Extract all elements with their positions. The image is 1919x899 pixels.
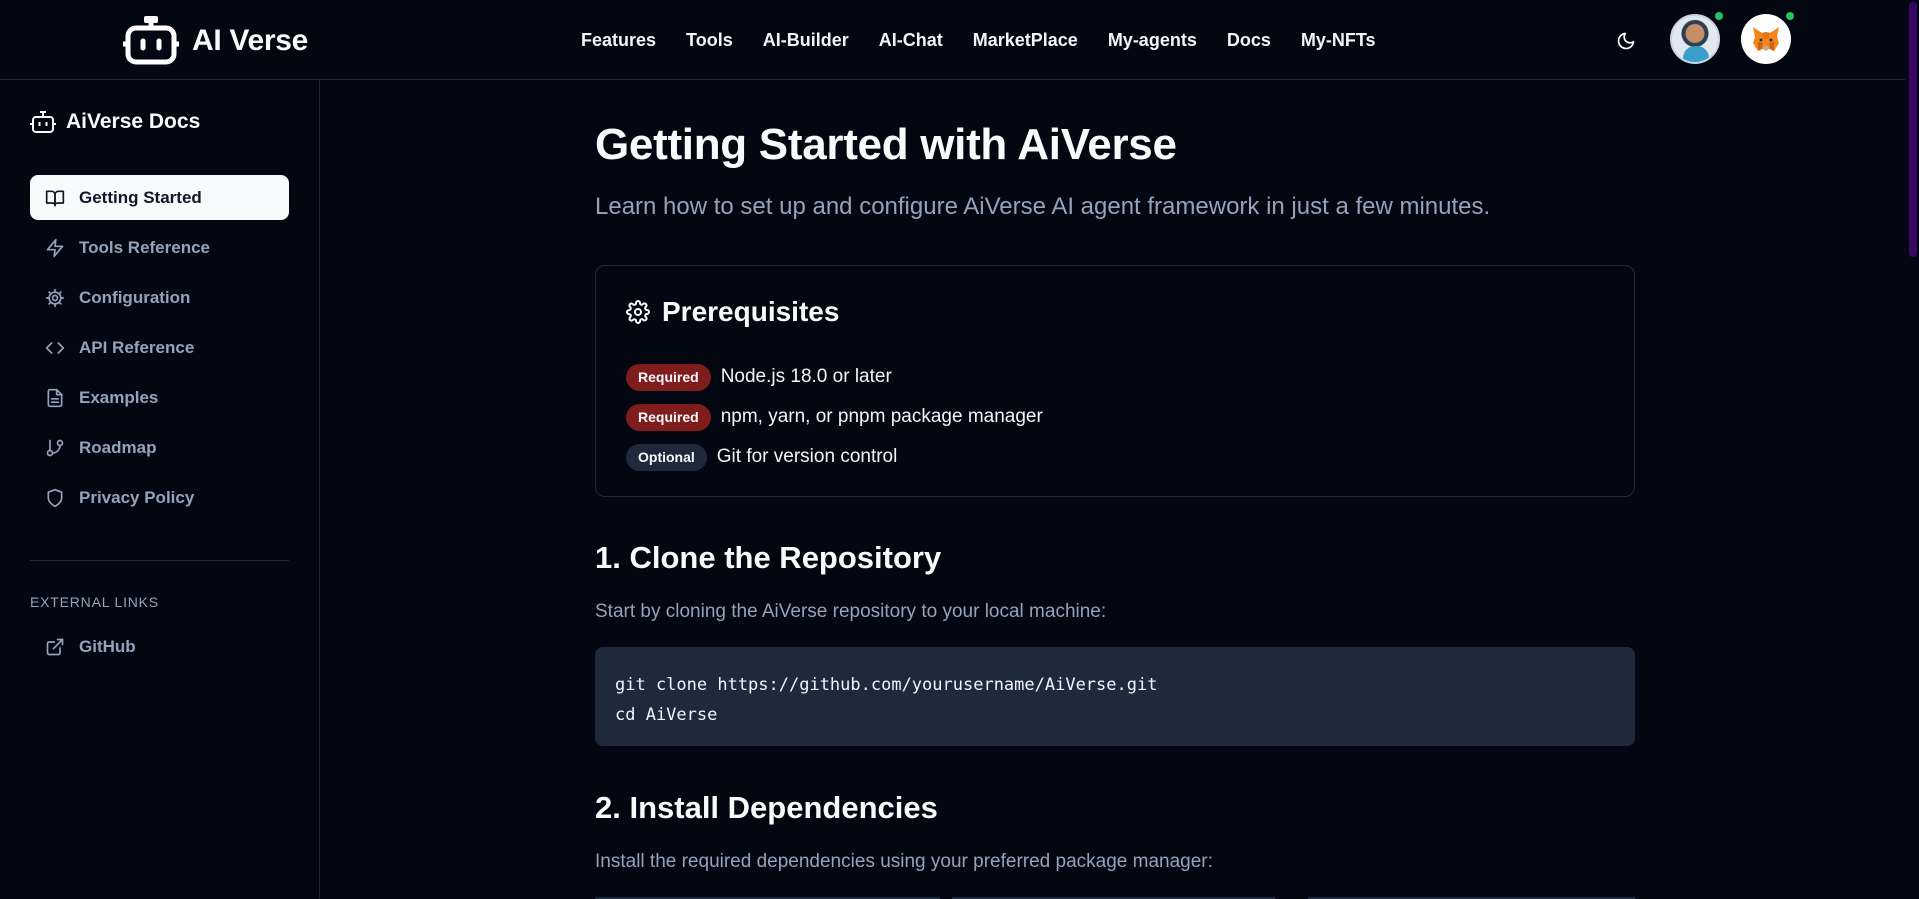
nav-link-ai-builder[interactable]: AI-Builder [763, 30, 849, 51]
sidebar-item-label: Roadmap [79, 437, 157, 457]
page-scrollbar[interactable] [1905, 0, 1919, 898]
nav-link-my-nfts[interactable]: My-NFTs [1301, 30, 1376, 51]
user-status-dot [1713, 10, 1725, 22]
user-avatar[interactable] [1670, 14, 1720, 64]
prerequisite-item: Optional Git for version control [626, 437, 1043, 477]
prerequisite-item: Required npm, yarn, or pnpm package mana… [626, 397, 1043, 437]
optional-badge: Optional [626, 443, 707, 471]
book-open-icon [45, 190, 65, 206]
robot-icon [30, 111, 56, 133]
code-line: cd AiVerse [615, 705, 718, 725]
step1-heading: 1. Clone the Repository [595, 540, 942, 575]
nav-link-marketplace[interactable]: MarketPlace [973, 30, 1078, 51]
nav-link-features[interactable]: Features [581, 30, 656, 51]
sidebar-item-label: Tools Reference [79, 237, 211, 257]
gear-icon [45, 288, 65, 307]
prerequisites-title-text: Prerequisites [662, 296, 840, 327]
code-icon [45, 341, 65, 354]
sidebar-item-getting-started[interactable]: Getting Started [30, 175, 289, 220]
sidebar-item-label: GitHub [79, 636, 136, 656]
wallet-avatar[interactable] [1741, 14, 1791, 64]
nav-link-my-agents[interactable]: My-agents [1108, 30, 1197, 51]
top-navbar: AI Verse Features Tools AI-Builder AI-Ch… [0, 0, 1919, 80]
sidebar-item-api-reference[interactable]: API Reference [30, 325, 289, 370]
moon-icon [1617, 32, 1635, 50]
sidebar-divider [30, 560, 289, 561]
external-links-heading: EXTERNAL LINKS [30, 594, 159, 610]
external-links-list: GitHub [30, 624, 289, 674]
prerequisite-item: Required Node.js 18.0 or later [626, 357, 1043, 397]
sidebar-item-configuration[interactable]: Configuration [30, 275, 289, 320]
sidebar-item-label: API Reference [79, 337, 195, 357]
nav-link-tools[interactable]: Tools [686, 30, 733, 51]
wallet-status-dot [1784, 10, 1796, 22]
sidebar-item-roadmap[interactable]: Roadmap [30, 425, 289, 470]
prerequisite-text: Git for version control [716, 446, 898, 467]
zap-icon [46, 238, 64, 257]
gear-icon [626, 300, 650, 324]
prerequisites-list: Required Node.js 18.0 or later Required … [626, 357, 1043, 477]
scrollbar-thumb[interactable] [1909, 2, 1917, 257]
file-text-icon [47, 388, 63, 407]
code-block[interactable]: git clone https://github.com/yourusernam… [595, 647, 1635, 746]
sidebar-item-privacy-policy[interactable]: Privacy Policy [30, 475, 289, 520]
sidebar-item-tools-reference[interactable]: Tools Reference [30, 225, 289, 270]
shield-icon [47, 488, 63, 507]
page-subtitle: Learn how to set up and configure AiVers… [595, 193, 1491, 220]
prerequisite-text: Node.js 18.0 or later [720, 366, 892, 387]
robot-icon [123, 16, 179, 65]
avatar-figure [1683, 46, 1709, 62]
prerequisites-title: Prerequisites [626, 296, 839, 328]
sidebar-title: AiVerse Docs [30, 110, 200, 134]
sidebar-item-examples[interactable]: Examples [30, 375, 289, 420]
main-nav: Features Tools AI-Builder AI-Chat Market… [581, 0, 1376, 80]
required-badge: Required [626, 403, 711, 431]
sidebar-title-text: AiVerse Docs [66, 110, 201, 133]
page-title: Getting Started with AiVerse [595, 120, 1177, 169]
sidebar-nav: Getting Started Tools Reference Configur… [30, 175, 289, 525]
external-link-icon [46, 638, 64, 655]
brand-logo[interactable]: AI Verse [122, 16, 308, 66]
docs-sidebar: AiVerse Docs Getting Started Tools Refer… [0, 80, 320, 898]
nav-link-ai-chat[interactable]: AI-Chat [879, 30, 943, 51]
prerequisites-card: Prerequisites Required Node.js 18.0 or l… [595, 265, 1635, 497]
sidebar-item-github[interactable]: GitHub [30, 624, 289, 669]
sidebar-item-label: Getting Started [79, 187, 202, 207]
code-line: git clone https://github.com/yourusernam… [615, 675, 1158, 695]
step1-description: Start by cloning the AiVerse repository … [595, 601, 1107, 622]
step2-description: Install the required dependencies using … [595, 851, 1213, 872]
sidebar-item-label: Configuration [79, 287, 191, 307]
git-branch-icon [46, 439, 64, 456]
nav-link-docs[interactable]: Docs [1227, 30, 1271, 51]
prerequisite-text: npm, yarn, or pnpm package manager [720, 406, 1043, 427]
sidebar-item-label: Privacy Policy [79, 487, 195, 507]
metamask-fox-icon [1753, 27, 1779, 51]
theme-toggle-button[interactable] [1612, 27, 1640, 55]
brand-name: AI Verse [192, 24, 309, 57]
required-badge: Required [626, 363, 711, 391]
sidebar-item-label: Examples [79, 387, 159, 407]
step2-heading: 2. Install Dependencies [595, 790, 938, 825]
